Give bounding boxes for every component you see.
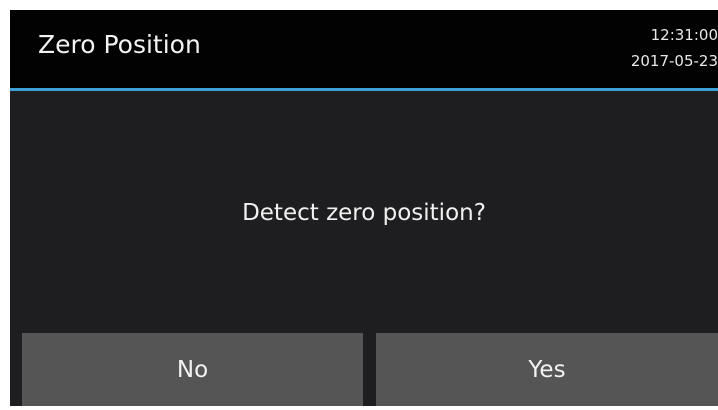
page-title: Zero Position (38, 30, 201, 59)
title-accent-line (10, 88, 718, 91)
title-bar: Zero Position 12:31:00 2017-05-23 (10, 10, 718, 88)
yes-button-label: Yes (528, 356, 566, 383)
clock: 12:31:00 2017-05-23 (518, 22, 718, 74)
device-screen: Zero Position 12:31:00 2017-05-23 Detect… (10, 10, 718, 406)
clock-time: 12:31:00 (650, 26, 718, 44)
confirm-message: Detect zero position? (242, 200, 486, 226)
no-button[interactable]: No (22, 333, 363, 406)
yes-button[interactable]: Yes (376, 333, 718, 406)
no-button-label: No (176, 356, 209, 383)
clock-date: 2017-05-23 (630, 52, 718, 70)
